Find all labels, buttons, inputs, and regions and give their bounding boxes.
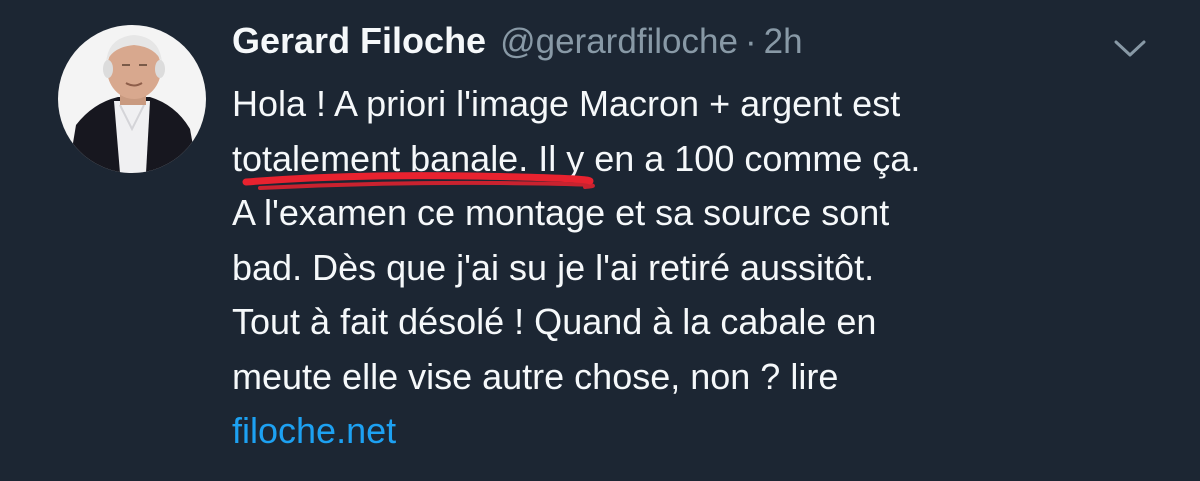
tweet-text-line: meute elle vise autre chose, non ? lire <box>232 355 839 397</box>
tweet-text-line: bad. Dès que j'ai su je l'ai retiré auss… <box>232 246 875 288</box>
tweet-text-line: A l'examen ce montage et sa source sont <box>232 192 890 233</box>
chevron-down-icon[interactable] <box>1112 36 1148 60</box>
tweet-text-line: Tout à fait désolé ! Quand à la cabale e… <box>232 301 877 342</box>
tweet-header: Gerard Filoche @gerardfiloche · 2h <box>232 20 803 66</box>
author-handle[interactable]: @gerardfiloche <box>500 22 738 62</box>
tweet-text-line: totalement banale. Il y en a 100 comme ç… <box>232 137 921 179</box>
tweet[interactable]: Gerard Filoche @gerardfiloche · 2h Hola … <box>0 0 1200 481</box>
header-separator: · <box>744 22 757 61</box>
avatar-image <box>58 25 206 173</box>
tweet-text-line: Hola ! A priori l'image Macron + argent … <box>232 83 901 124</box>
tweet-link-line: filoche.net <box>232 404 1132 459</box>
avatar[interactable] <box>58 25 206 173</box>
tweet-timestamp[interactable]: 2h <box>764 22 803 62</box>
tweet-text: Hola ! A priori l'image Macron + argent … <box>232 77 1132 459</box>
author-display-name[interactable]: Gerard Filoche <box>232 20 486 62</box>
tweet-link[interactable]: filoche.net <box>232 410 396 451</box>
